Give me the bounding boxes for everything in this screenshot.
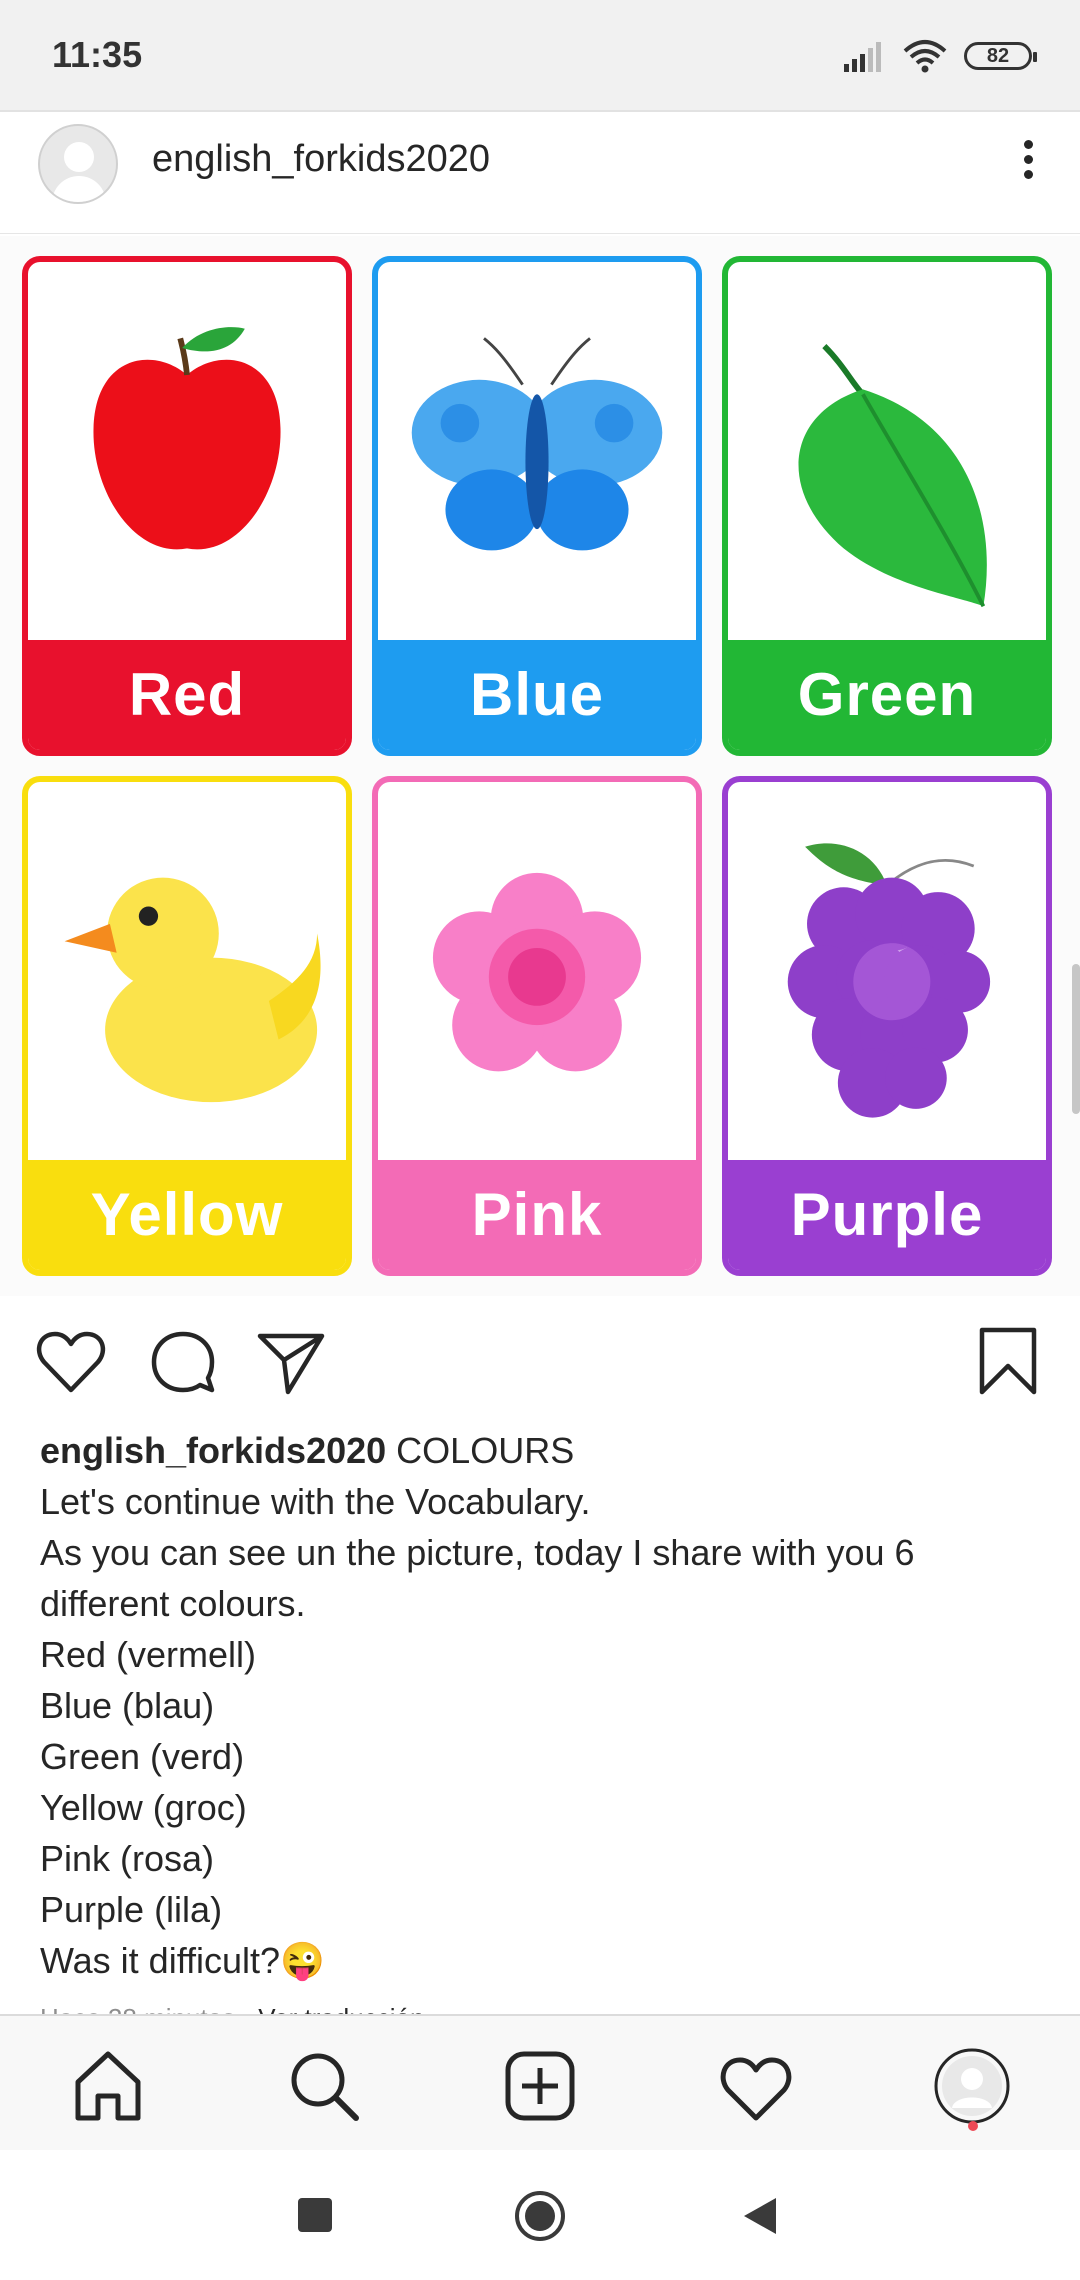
card-label: Yellow: [28, 1160, 346, 1270]
color-card-green: Green: [722, 256, 1052, 756]
share-direct-icon[interactable]: [256, 1330, 326, 1396]
status-icons: 82: [842, 36, 1037, 76]
caption-line: Purple (lila): [40, 1889, 223, 1930]
grapes-icon: [787, 843, 991, 1118]
color-card-red: Red: [22, 256, 352, 756]
battery-indicator: 82: [964, 42, 1037, 70]
scrollbar[interactable]: [1072, 964, 1080, 1114]
card-label: Blue: [378, 640, 696, 750]
color-card-yellow: Yellow: [22, 776, 352, 1276]
post-header: english_forkids2020: [0, 114, 1080, 234]
more-options-icon[interactable]: [1008, 134, 1048, 194]
color-card-pink: Pink: [372, 776, 702, 1276]
caption-line: Let's continue with the Vocabulary.: [40, 1481, 591, 1522]
back-button-icon[interactable]: [742, 2196, 778, 2236]
home-icon[interactable]: [68, 2046, 148, 2126]
butterfly-icon: [411, 337, 663, 551]
home-button-icon[interactable]: [514, 2190, 566, 2242]
apple-icon: [93, 327, 281, 550]
card-label: Red: [28, 640, 346, 750]
new-post-icon[interactable]: [500, 2046, 580, 2126]
save-bookmark-icon[interactable]: [978, 1326, 1038, 1396]
caption-line: Blue (blau): [40, 1685, 215, 1726]
color-card-purple: Purple: [722, 776, 1052, 1276]
signal-icon: [844, 42, 881, 72]
flower-icon: [432, 872, 642, 1072]
card-label: Green: [728, 640, 1046, 750]
caption-line: Yellow (groc): [40, 1787, 247, 1828]
caption-line: Was it difficult?😜: [40, 1940, 325, 1981]
activity-icon[interactable]: [716, 2046, 796, 2126]
comment-icon[interactable]: [150, 1330, 216, 1396]
notification-dot: [968, 2121, 978, 2131]
duck-icon: [64, 877, 321, 1103]
caption-line: Red (vermell): [40, 1634, 257, 1675]
caption-line: different colours.: [40, 1583, 306, 1624]
leaf-icon: [798, 344, 987, 608]
wifi-icon: [903, 40, 947, 73]
system-navigation-bar: [0, 2150, 1080, 2280]
caption-username[interactable]: english_forkids2020: [40, 1430, 386, 1471]
card-label: Purple: [728, 1160, 1046, 1270]
color-card-blue: Blue: [372, 256, 702, 756]
card-label: Pink: [378, 1160, 696, 1270]
caption-title: COLOURS: [396, 1430, 575, 1471]
post-image[interactable]: Red Blue Green Yellow Pink Purple: [0, 236, 1080, 1296]
search-icon[interactable]: [284, 2046, 364, 2126]
recents-button-icon[interactable]: [296, 2196, 334, 2234]
post-username[interactable]: english_forkids2020: [152, 138, 490, 181]
bottom-navigation: [0, 2014, 1080, 2150]
profile-avatar[interactable]: [932, 2046, 1012, 2126]
post-caption: english_forkids2020 COLOURS Let's contin…: [40, 1425, 1040, 1986]
status-time: 11:35: [52, 34, 143, 75]
status-bar: 11:35 82: [0, 0, 1080, 112]
caption-line: As you can see un the picture, today I s…: [40, 1532, 915, 1573]
caption-line: Green (verd): [40, 1736, 245, 1777]
caption-line: Pink (rosa): [40, 1838, 215, 1879]
like-heart-icon[interactable]: [36, 1330, 106, 1394]
post-actions: [0, 1300, 1080, 1420]
post-avatar[interactable]: [38, 124, 118, 204]
